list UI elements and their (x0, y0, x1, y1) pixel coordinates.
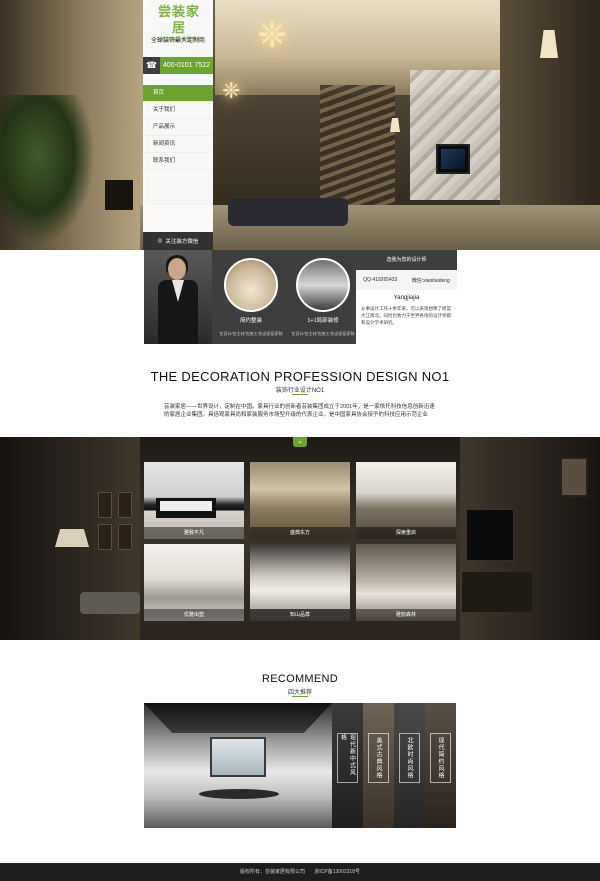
case-card[interactable]: 简约整装 包设计/包主材/包施工/包送家居家装 (216, 250, 286, 344)
tile-caption: 优雅出塑 (144, 609, 244, 621)
hero-marble-wall (410, 70, 500, 200)
designer-info: 选我为您的设计师 QQ:419265433 微信:xiaoitaideng Ya… (356, 250, 457, 344)
hero-plant (0, 95, 95, 245)
designer-photo (144, 250, 212, 344)
chandelier-icon: ❈ (222, 78, 241, 103)
hero-staircase (320, 85, 395, 205)
style-tab[interactable]: 美式古典风格 (363, 703, 394, 828)
title-divider (292, 394, 308, 395)
style-tab[interactable]: 现代新中式风格 (332, 703, 363, 828)
chevron-down-icon[interactable]: ⌄ (293, 437, 307, 447)
wall-art (98, 492, 112, 518)
recommend-main-image[interactable] (144, 703, 332, 828)
gallery-section: 雅致不凡 盛典东方 探索重启 优雅出塑 知山品尊 雅韵森林 (0, 437, 600, 640)
case-image (224, 258, 278, 312)
tile-caption: 雅致不凡 (144, 527, 244, 539)
section-subtitle: 装饰行业设计NO1 (275, 388, 325, 394)
case-desc: 包设计/包主材/包施工/包送家居家装 (219, 331, 283, 336)
cabinet (462, 572, 532, 612)
recommend-panel: 现代新中式风格 美式古典风格 北欧时尚风格 现代简约风格 (144, 703, 456, 828)
wall-art (98, 524, 112, 550)
chandelier-icon: ❈ (257, 14, 288, 55)
designer-wechat[interactable]: 微信:xiaoitaideng (412, 277, 450, 284)
case-image (296, 258, 350, 312)
follow-wechat-button[interactable]: ◎ 关注装方微信 (143, 232, 213, 250)
wall-art (118, 492, 132, 518)
title-divider (292, 696, 308, 697)
company-intro: 芸装家居——世界设计，定制在中国。家具行业的创新者芸装集团成立于2001年，是一… (164, 404, 435, 418)
tile-caption: 探索重启 (356, 527, 456, 539)
gallery-tile[interactable]: 雅致不凡 (144, 462, 244, 539)
gallery-tile[interactable]: 雅韵森林 (356, 544, 456, 621)
nav-item-home[interactable]: 首页 (143, 85, 213, 102)
section-title: THE DECORATION PROFESSION DESIGN NO1 (150, 369, 450, 384)
footer-icp[interactable]: 京ICP备13002318号 (314, 869, 360, 875)
gallery-tile[interactable]: 知山品尊 (250, 544, 350, 621)
hero-sofa (228, 198, 348, 226)
phone-box[interactable]: ☎ 400-0101 7522 (143, 57, 213, 74)
gallery-tile[interactable]: 探索重启 (356, 462, 456, 539)
tile-caption: 雅韵森林 (356, 609, 456, 621)
recommend-subtitle: 四大推荐 (287, 690, 312, 696)
wall-art (118, 524, 132, 550)
designer-strip: 简约整装 包设计/包主材/包施工/包送家居家装 1+1局部装修 包设计/包主材/… (144, 250, 457, 344)
nav-item-news[interactable]: 新闻资讯 (143, 136, 213, 153)
style-tab[interactable]: 北欧时尚风格 (394, 703, 425, 828)
logo-text: 尝装家居 (157, 5, 200, 36)
style-label: 现代新中式风格 (339, 734, 355, 776)
case-title: 1+1局部装修 (307, 318, 339, 324)
designer-contact: QQ:419265433 微信:xiaoitaideng (356, 270, 457, 290)
sofa (80, 592, 140, 614)
style-label: 现代简约风格 (437, 737, 443, 779)
gallery-tile[interactable]: 盛典东方 (250, 462, 350, 539)
phone-icon: ☎ (143, 57, 160, 74)
main-nav: 首页 关于我们 产品展示 新闻资讯 联系我们 (143, 85, 213, 170)
nav-item-products[interactable]: 产品展示 (143, 119, 213, 136)
tv (466, 509, 514, 561)
phone-number: 400-0101 7522 (162, 62, 211, 69)
style-label: 美式古典风格 (375, 737, 381, 779)
tile-caption: 盛典东方 (250, 527, 350, 539)
tile-caption: 知山品尊 (250, 609, 350, 621)
designer-header: 选我为您的设计师 (356, 250, 457, 270)
hero-fireplace (105, 180, 133, 210)
footer: 版权所有：芸装家居有限公司 京ICP备13002318号 (0, 863, 600, 881)
style-label: 北欧时尚风格 (406, 737, 412, 779)
follow-label: 关注装方微信 (165, 239, 199, 245)
gallery-tile[interactable]: 优雅出塑 (144, 544, 244, 621)
designer-qq[interactable]: QQ:419265433 (363, 277, 397, 283)
case-title: 简约整装 (239, 318, 262, 324)
case-card[interactable]: 1+1局部装修 包设计/包主材/包施工/包送家居家装 (288, 250, 358, 344)
sidebar-nav: 尝装家居 全在装修的细致设计 全球装饰最大定制商 ☎ 400-0101 7522… (143, 0, 213, 250)
designer-bio: 从事设计工作十余年来，可以表现想像了摇篮大江南北。同时也致力于世界各地的设计师都… (361, 306, 451, 325)
wall-shelf (560, 457, 588, 497)
footer-copyright: 版权所有：芸装家居有限公司 (240, 869, 306, 875)
hero-tv (436, 144, 470, 174)
nav-item-about[interactable]: 关于我们 (143, 102, 213, 119)
case-desc: 包设计/包主材/包施工/包送家居家装 (291, 331, 355, 336)
recommend-title: RECOMMEND (261, 673, 339, 685)
wechat-icon: ◎ (157, 238, 163, 244)
nav-item-contact[interactable]: 联系我们 (143, 153, 213, 170)
style-tab[interactable]: 现代简约风格 (425, 703, 456, 828)
hero-banner: ❈ ❈ (0, 0, 600, 250)
tagline: 全球装饰最大定制商 (150, 38, 205, 44)
lamp-icon (55, 529, 89, 547)
